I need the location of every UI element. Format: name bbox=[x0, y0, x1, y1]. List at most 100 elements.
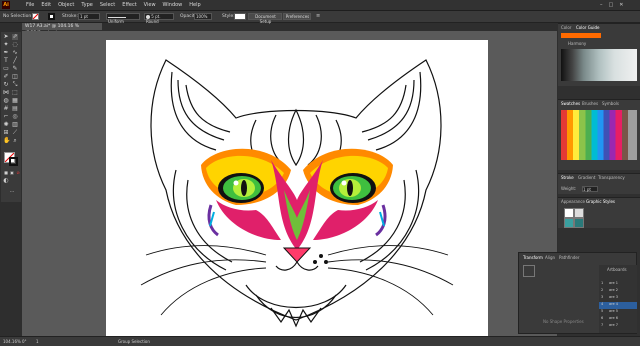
magic-wand-icon[interactable]: ✦ bbox=[3, 42, 9, 48]
menu-object[interactable]: Object bbox=[58, 1, 74, 9]
free-transform-icon[interactable]: ⬚ bbox=[12, 90, 18, 96]
line-tool-icon[interactable]: ╱ bbox=[12, 58, 18, 64]
blend-tool-icon[interactable]: ◎ bbox=[12, 114, 18, 120]
stroke-color-swatch[interactable] bbox=[9, 157, 18, 166]
document-setup-button[interactable]: Document Setup bbox=[248, 13, 282, 24]
tab-pathfinder[interactable]: Pathfinder bbox=[559, 255, 580, 261]
stroke-swatch[interactable] bbox=[48, 13, 55, 20]
arrange-icon[interactable]: ≡ bbox=[316, 14, 322, 19]
mesh-tool-icon[interactable]: # bbox=[3, 106, 9, 112]
tab-transform[interactable]: Transform bbox=[523, 255, 543, 261]
selection-status: No Selection bbox=[3, 14, 32, 19]
symbol-sprayer-icon[interactable]: ✺ bbox=[3, 122, 9, 128]
graphic-style-3[interactable] bbox=[564, 218, 574, 228]
hand-tool-icon[interactable]: ✋ bbox=[3, 138, 10, 144]
weight-field[interactable]: 1 pt bbox=[582, 186, 598, 192]
scale-tool-icon[interactable]: ⤡ bbox=[12, 82, 18, 88]
artboard-tool-icon[interactable]: ⊞ bbox=[3, 130, 9, 136]
weight-label: Weight: bbox=[561, 186, 577, 191]
graphic-style-4[interactable] bbox=[574, 218, 584, 228]
pen-tool-icon[interactable]: ✒ bbox=[3, 50, 9, 56]
menu-view[interactable]: View bbox=[144, 1, 156, 9]
list-item[interactable]: 7 are 7 bbox=[599, 323, 637, 330]
zoom-tool-icon[interactable]: ⌕ bbox=[12, 138, 18, 144]
harmony-label: Harmony bbox=[568, 41, 587, 46]
zoom-level[interactable]: 104.16% bbox=[3, 339, 21, 344]
tab-brushes[interactable]: Brushes bbox=[582, 101, 598, 107]
tab-transparency[interactable]: Transparency bbox=[598, 175, 625, 181]
swatch-grid[interactable] bbox=[561, 110, 637, 160]
tab-symbols[interactable]: Symbols bbox=[602, 101, 619, 107]
list-item[interactable]: 3 are 3 bbox=[599, 295, 637, 302]
lasso-tool-icon[interactable]: ◌ bbox=[12, 42, 18, 48]
tab-appearance[interactable]: Appearance bbox=[561, 199, 585, 205]
window-controls[interactable]: –□✕ bbox=[600, 1, 638, 9]
draw-mode-icon[interactable]: ◐ bbox=[3, 178, 9, 184]
menu-window[interactable]: Window bbox=[163, 1, 183, 9]
style-label: Style: bbox=[222, 14, 235, 19]
menu-edit[interactable]: Edit bbox=[41, 1, 51, 9]
tab-stroke[interactable]: Stroke bbox=[561, 175, 574, 181]
shaper-tool-icon[interactable]: ✐ bbox=[3, 74, 9, 80]
main-menu: File Edit Object Type Select Effect View… bbox=[26, 1, 201, 9]
illustrator-logo-icon: Ai bbox=[2, 1, 10, 9]
base-color-bar[interactable] bbox=[561, 33, 601, 38]
control-bar: No Selection Stroke: 1 pt Uniform 5 pt. … bbox=[0, 11, 640, 24]
rotate-tool-icon[interactable]: ↻ bbox=[3, 82, 9, 88]
list-item[interactable]: 1 are 1 bbox=[599, 281, 637, 288]
artboard-number[interactable]: 1 bbox=[36, 339, 39, 344]
graph-tool-icon[interactable]: ▥ bbox=[12, 122, 18, 128]
tab-color-guide[interactable]: Color Guide bbox=[576, 25, 599, 31]
artboard[interactable] bbox=[106, 40, 488, 336]
brush-definition-select[interactable]: 5 pt. Round bbox=[144, 13, 174, 24]
document-tab[interactable]: W17 A3.ai* @ 104.16 % (RGB/Preview) ✕ bbox=[22, 23, 102, 36]
list-item[interactable]: 6 are 6 bbox=[599, 316, 637, 323]
tab-color[interactable]: Color bbox=[561, 25, 571, 31]
opacity-field[interactable]: 100% bbox=[194, 13, 212, 20]
reference-point-icon[interactable] bbox=[523, 265, 535, 277]
variable-width-profile[interactable]: Uniform bbox=[106, 13, 140, 24]
eyedropper-icon[interactable]: ⌐ bbox=[3, 114, 9, 120]
none-mode-icon[interactable]: ⊘ bbox=[15, 170, 21, 176]
rotation-angle[interactable]: 0° bbox=[22, 339, 27, 344]
cat-illustration[interactable] bbox=[106, 40, 488, 336]
more-tools-icon[interactable]: … bbox=[9, 188, 15, 194]
list-item-selected[interactable]: 4 are 4 bbox=[599, 302, 637, 309]
tab-swatches[interactable]: Swatches bbox=[561, 101, 580, 107]
eraser-tool-icon[interactable]: ◫ bbox=[12, 74, 18, 80]
tab-graphic-styles[interactable]: Graphic Styles bbox=[586, 199, 615, 205]
graphic-style-2[interactable] bbox=[574, 208, 584, 218]
graphic-style-default[interactable] bbox=[564, 208, 574, 218]
width-tool-icon[interactable]: ⋈ bbox=[3, 90, 9, 96]
list-item[interactable]: 5 are 5 bbox=[599, 309, 637, 316]
gradient-tool-icon[interactable]: ▤ bbox=[12, 106, 18, 112]
tab-gradient[interactable]: Gradient bbox=[578, 175, 595, 181]
no-shape-properties: No Shape Properties bbox=[543, 319, 584, 324]
direct-selection-tool-icon[interactable]: ⇗ bbox=[12, 34, 18, 40]
current-tool: Group Selection bbox=[118, 339, 150, 344]
stroke-weight-field[interactable]: 1 pt bbox=[78, 13, 100, 20]
menu-type[interactable]: Type bbox=[81, 1, 92, 9]
fill-swatch[interactable] bbox=[32, 13, 39, 20]
menu-file[interactable]: File bbox=[26, 1, 34, 9]
color-variations-grid[interactable] bbox=[561, 49, 637, 81]
artboards-list: 1 are 1 2 are 2 3 are 3 4 are 4 5 are 5 6 are … bbox=[599, 281, 637, 330]
tools-panel: ➤ ⇗ ✦ ◌ ✒ ∿ T ╱ ▭ ✎ ✐ ◫ ↻ ⤡ ⋈ ⬚ ◍ ▦ # ▤ … bbox=[1, 32, 21, 202]
preferences-button[interactable]: Preferences bbox=[283, 13, 311, 20]
shape-builder-icon[interactable]: ◍ bbox=[3, 98, 9, 104]
slice-tool-icon[interactable]: ⟋ bbox=[12, 130, 18, 136]
graphic-style-picker[interactable] bbox=[234, 13, 246, 20]
menu-effect[interactable]: Effect bbox=[122, 1, 136, 9]
artboards-panel: Artboards 1 are 1 2 are 2 3 are 3 4 are 4 5a… bbox=[599, 265, 637, 333]
curvature-tool-icon[interactable]: ∿ bbox=[12, 50, 18, 56]
rectangle-tool-icon[interactable]: ▭ bbox=[3, 66, 9, 72]
paintbrush-tool-icon[interactable]: ✎ bbox=[12, 66, 18, 72]
stroke-panel: Stroke Gradient Transparency Weight: 1 p… bbox=[558, 173, 640, 194]
perspective-grid-icon[interactable]: ▦ bbox=[12, 98, 18, 104]
tab-align[interactable]: Align bbox=[545, 255, 555, 261]
type-tool-icon[interactable]: T bbox=[3, 58, 9, 64]
selection-tool-icon[interactable]: ➤ bbox=[3, 34, 9, 40]
menu-select[interactable]: Select bbox=[100, 1, 115, 9]
list-item[interactable]: 2 are 2 bbox=[599, 288, 637, 295]
menu-help[interactable]: Help bbox=[189, 1, 200, 9]
